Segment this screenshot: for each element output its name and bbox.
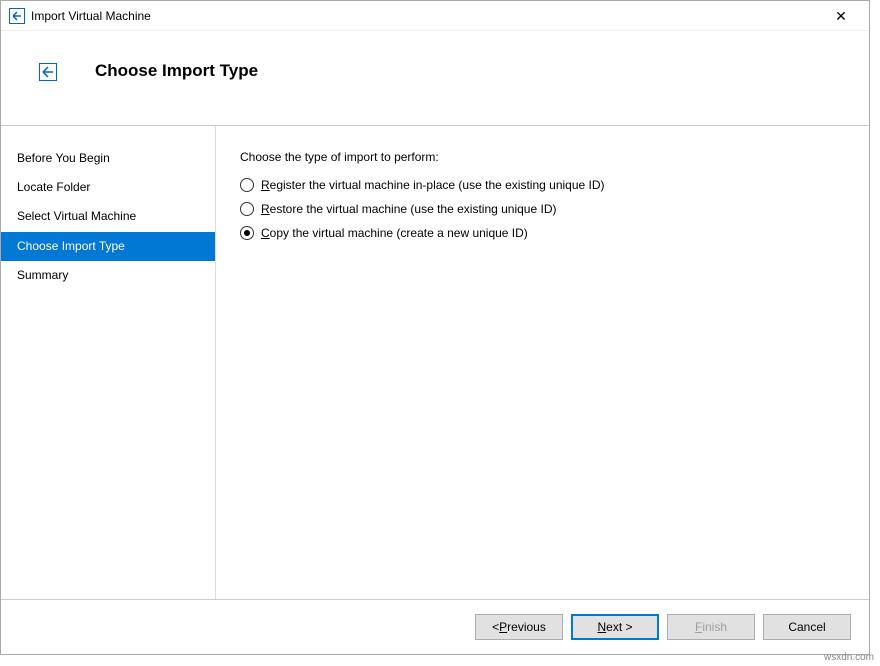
finish-button: Finish [667,614,755,640]
radio-icon [240,202,254,216]
radio-register-in-place[interactable]: Register the virtual machine in-place (u… [240,178,845,192]
radio-icon [240,178,254,192]
step-label: Before You Begin [17,151,110,165]
step-choose-import-type[interactable]: Choose Import Type [1,232,215,261]
wizard-header: Choose Import Type [1,31,869,126]
radio-restore[interactable]: Restore the virtual machine (use the exi… [240,202,845,216]
step-label: Locate Folder [17,180,90,194]
page-title: Choose Import Type [95,61,258,81]
wizard-body: Before You Begin Locate Folder Select Vi… [1,126,869,599]
import-vm-icon [39,63,57,81]
previous-button[interactable]: < Previous [475,614,563,640]
next-button[interactable]: Next > [571,614,659,640]
step-label: Choose Import Type [17,239,125,253]
step-select-virtual-machine[interactable]: Select Virtual Machine [1,202,215,231]
titlebar: Import Virtual Machine ✕ [1,1,869,31]
wizard-steps-sidebar: Before You Begin Locate Folder Select Vi… [1,126,216,599]
step-label: Summary [17,268,68,282]
instruction-text: Choose the type of import to perform: [240,150,845,164]
wizard-window: Import Virtual Machine ✕ Choose Import T… [0,0,870,655]
step-before-you-begin[interactable]: Before You Begin [1,144,215,173]
radio-label: Restore the virtual machine (use the exi… [261,202,557,216]
radio-label: Copy the virtual machine (create a new u… [261,226,528,240]
watermark-text: wsxdn.com [824,652,874,663]
import-vm-icon [9,8,25,24]
radio-icon [240,226,254,240]
close-button[interactable]: ✕ [821,1,861,31]
radio-copy[interactable]: Copy the virtual machine (create a new u… [240,226,845,240]
cancel-button[interactable]: Cancel [763,614,851,640]
step-label: Select Virtual Machine [17,209,136,223]
wizard-content: Choose the type of import to perform: Re… [216,126,869,599]
window-title: Import Virtual Machine [31,9,821,23]
import-type-radio-group: Register the virtual machine in-place (u… [240,178,845,240]
step-locate-folder[interactable]: Locate Folder [1,173,215,202]
radio-label: Register the virtual machine in-place (u… [261,178,605,192]
wizard-footer: < Previous Next > Finish Cancel [1,599,869,654]
step-summary[interactable]: Summary [1,261,215,290]
